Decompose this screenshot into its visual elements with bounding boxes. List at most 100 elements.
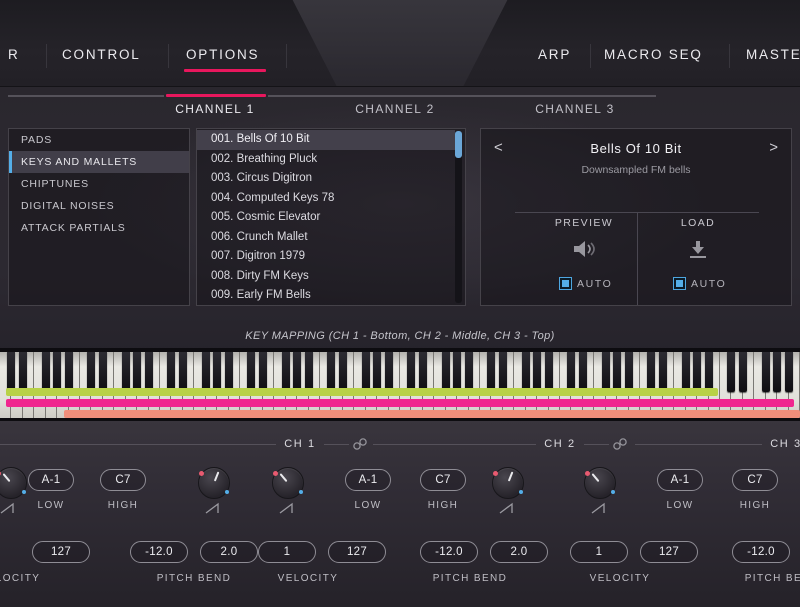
tab-channel-3[interactable]: CHANNEL 3: [515, 102, 635, 116]
preset-item[interactable]: 006. Crunch Mallet: [197, 228, 455, 248]
piano-key-black[interactable]: [499, 352, 507, 392]
key-range-low-pill[interactable]: A-1: [28, 469, 74, 491]
preset-item[interactable]: 007. Digitron 1979: [197, 247, 455, 267]
download-icon[interactable]: [687, 239, 709, 264]
piano-key-black[interactable]: [487, 352, 495, 392]
nav-tab-options[interactable]: OPTIONS: [186, 47, 259, 62]
piano-key-black[interactable]: [87, 352, 95, 392]
piano-key-black[interactable]: [613, 352, 621, 392]
category-item[interactable]: PADS: [9, 129, 189, 151]
piano-key-black[interactable]: [7, 352, 15, 392]
piano-key-black[interactable]: [647, 352, 655, 392]
piano-key-black[interactable]: [65, 352, 73, 392]
nav-tab-arp[interactable]: ARP: [538, 47, 571, 62]
piano-key-black[interactable]: [465, 352, 473, 392]
piano-key-black[interactable]: [407, 352, 415, 392]
velocity-min-pill[interactable]: 1: [258, 541, 316, 563]
next-preset-button[interactable]: >: [769, 139, 778, 156]
pitchbend-down-pill[interactable]: -12.0: [420, 541, 478, 563]
piano-key-black[interactable]: [442, 352, 450, 392]
piano-key-black[interactable]: [167, 352, 175, 392]
piano-key-black[interactable]: [625, 352, 633, 392]
piano-key-black[interactable]: [579, 352, 587, 392]
piano-key-black[interactable]: [327, 352, 335, 392]
piano-key-black[interactable]: [533, 352, 541, 392]
velocity-max-pill[interactable]: 127: [32, 541, 90, 563]
preset-item[interactable]: 008. Dirty FM Keys: [197, 267, 455, 287]
velocity-curve-knob[interactable]: [0, 467, 27, 499]
piano-key-black[interactable]: [53, 352, 61, 392]
piano-key-black[interactable]: [42, 352, 50, 392]
piano-key-black[interactable]: [145, 352, 153, 392]
piano-key-black[interactable]: [225, 352, 233, 392]
piano-keyboard[interactable]: [0, 352, 800, 418]
piano-key-black[interactable]: [762, 352, 770, 392]
load-auto-checkbox[interactable]: [673, 277, 686, 290]
piano-key-black[interactable]: [739, 352, 747, 392]
pitchbend-curve-knob[interactable]: [492, 467, 524, 499]
piano-key-black[interactable]: [727, 352, 735, 392]
piano-key-black[interactable]: [213, 352, 221, 392]
key-range-bar-ch3[interactable]: [6, 388, 718, 396]
category-item[interactable]: ATTACK PARTIALS: [9, 217, 189, 239]
speaker-icon[interactable]: [572, 239, 596, 264]
preset-item[interactable]: 009. Early FM Bells: [197, 286, 455, 306]
preset-item[interactable]: 005. Cosmic Elevator: [197, 208, 455, 228]
nav-tab-macro-seq[interactable]: MACRO SEQ: [604, 47, 703, 62]
key-range-high-pill[interactable]: C7: [420, 469, 466, 491]
piano-key-black[interactable]: [293, 352, 301, 392]
preset-item[interactable]: 002. Breathing Pluck: [197, 150, 455, 170]
pitchbend-up-pill[interactable]: 2.0: [200, 541, 258, 563]
preset-item[interactable]: 004. Computed Keys 78: [197, 189, 455, 209]
velocity-max-pill[interactable]: 127: [328, 541, 386, 563]
key-range-low-pill[interactable]: A-1: [345, 469, 391, 491]
nav-tab-partial-left[interactable]: R: [8, 47, 20, 62]
piano-key-black[interactable]: [522, 352, 530, 392]
piano-key-black[interactable]: [282, 352, 290, 392]
piano-key-black[interactable]: [659, 352, 667, 392]
velocity-curve-knob[interactable]: [584, 467, 616, 499]
category-item[interactable]: DIGITAL NOISES: [9, 195, 189, 217]
piano-key-black[interactable]: [305, 352, 313, 392]
pitchbend-up-pill[interactable]: 2.0: [490, 541, 548, 563]
piano-key-black[interactable]: [705, 352, 713, 392]
key-range-bar-ch1[interactable]: [64, 410, 800, 418]
piano-key-black[interactable]: [567, 352, 575, 392]
preview-auto-checkbox[interactable]: [559, 277, 572, 290]
pitchbend-down-pill[interactable]: -12.0: [130, 541, 188, 563]
piano-key-black[interactable]: [419, 352, 427, 392]
key-range-high-pill[interactable]: C7: [100, 469, 146, 491]
pitchbend-down-pill[interactable]: -12.0: [732, 541, 790, 563]
piano-key-black[interactable]: [693, 352, 701, 392]
preset-item[interactable]: 003. Circus Digitron: [197, 169, 455, 189]
piano-key-black[interactable]: [785, 352, 793, 392]
tab-channel-2[interactable]: CHANNEL 2: [335, 102, 455, 116]
piano-key-black[interactable]: [202, 352, 210, 392]
category-item[interactable]: KEYS AND MALLETS: [9, 151, 189, 173]
category-item[interactable]: CHIPTUNES: [9, 173, 189, 195]
pitchbend-curve-knob[interactable]: [198, 467, 230, 499]
key-range-bar-ch2[interactable]: [6, 399, 794, 407]
nav-tab-partial-right[interactable]: MASTE: [746, 47, 800, 62]
piano-key-black[interactable]: [99, 352, 107, 392]
velocity-max-pill[interactable]: 127: [640, 541, 698, 563]
piano-key-black[interactable]: [773, 352, 781, 392]
piano-key-black[interactable]: [545, 352, 553, 392]
preset-scrollbar-thumb[interactable]: [455, 131, 462, 158]
piano-key-black[interactable]: [259, 352, 267, 392]
piano-key-black[interactable]: [179, 352, 187, 392]
preset-item[interactable]: 001. Bells Of 10 Bit: [197, 130, 455, 150]
nav-tab-control[interactable]: CONTROL: [62, 47, 141, 62]
piano-key-black[interactable]: [247, 352, 255, 392]
piano-key-black[interactable]: [602, 352, 610, 392]
piano-key-black[interactable]: [339, 352, 347, 392]
piano-key-black[interactable]: [122, 352, 130, 392]
piano-key-black[interactable]: [385, 352, 393, 392]
key-range-high-pill[interactable]: C7: [732, 469, 778, 491]
piano-key-black[interactable]: [373, 352, 381, 392]
piano-key-black[interactable]: [19, 352, 27, 392]
tab-channel-1[interactable]: CHANNEL 1: [155, 102, 275, 116]
piano-key-black[interactable]: [362, 352, 370, 392]
velocity-min-pill[interactable]: 1: [570, 541, 628, 563]
key-range-low-pill[interactable]: A-1: [657, 469, 703, 491]
